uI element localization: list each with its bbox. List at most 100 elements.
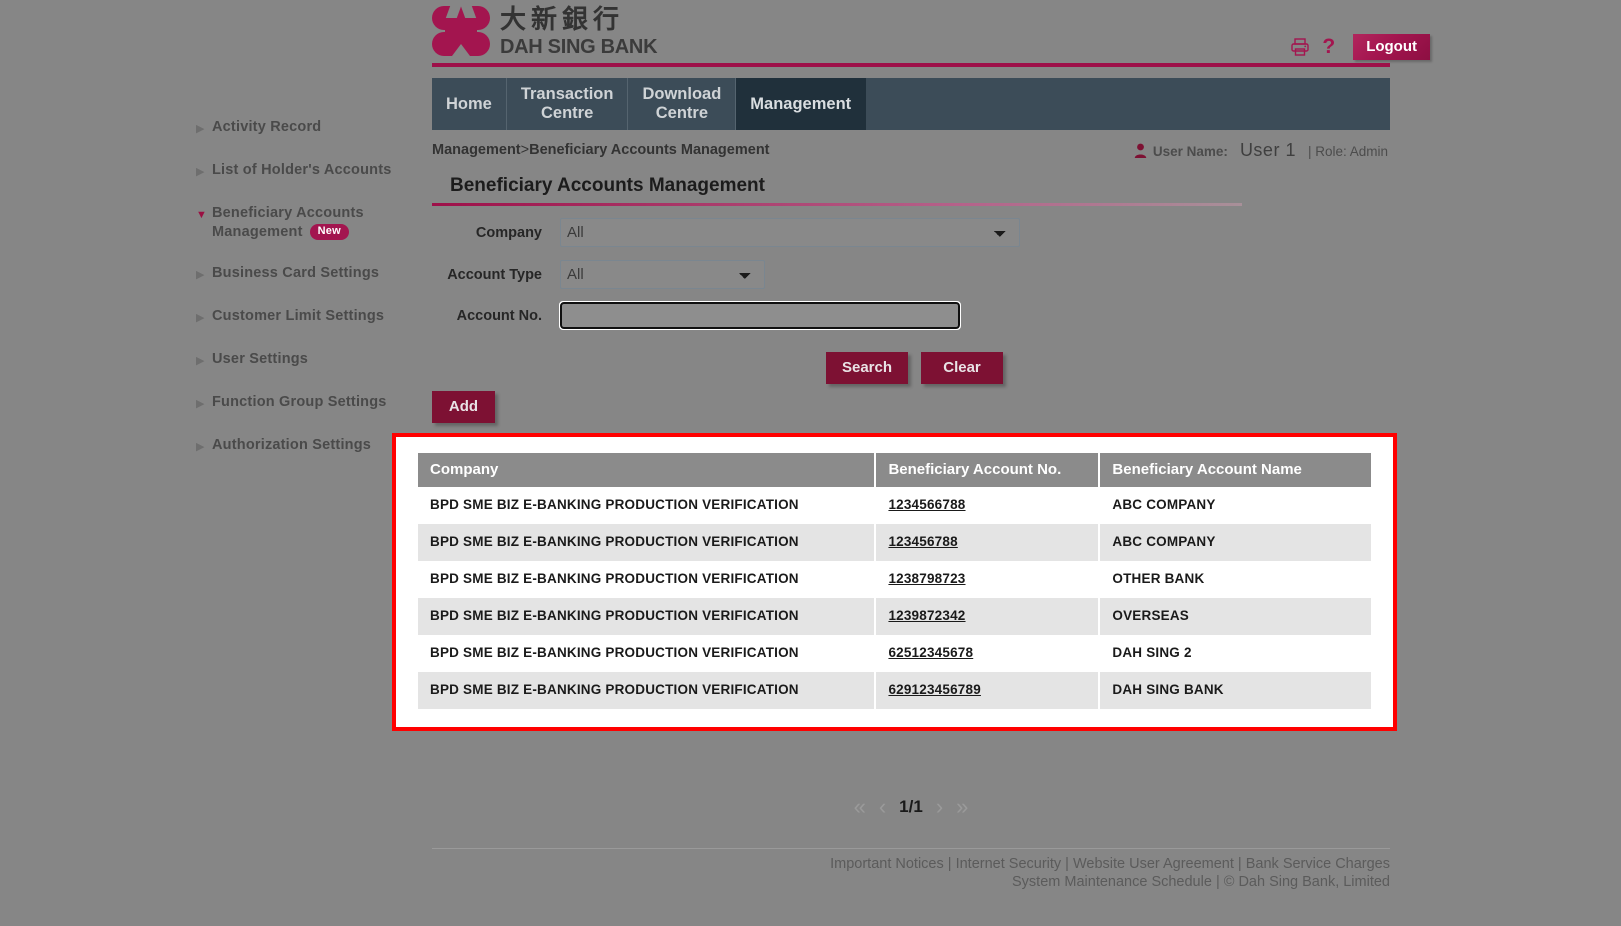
account-type-select[interactable]: All	[560, 260, 765, 289]
cell-account-name: DAH SING BANK	[1099, 672, 1371, 709]
sidebar-item-label: Activity Record	[212, 119, 322, 135]
clear-button[interactable]: Clear	[921, 352, 1003, 384]
cell-company: BPD SME BIZ E-BANKING PRODUCTION VERIFIC…	[418, 635, 877, 672]
table-row: BPD SME BIZ E-BANKING PRODUCTION VERIFIC…	[418, 524, 1371, 561]
account-type-label: Account Type	[447, 266, 542, 283]
pagination-current: 1/1	[899, 797, 923, 816]
cell-account-name: OTHER BANK	[1099, 561, 1371, 598]
sidebar-item-customer-limit-settings[interactable]: ▶ Customer Limit Settings	[196, 307, 426, 328]
chevron-right-icon: ▶	[196, 398, 205, 410]
sidebar-item-list-of-holder-s-accounts[interactable]: ▶ List of Holder's Accounts	[196, 161, 426, 182]
pagination-next[interactable]: ›	[936, 796, 943, 818]
page-root: ▶ Activity Record ▶ List of Holder's Accoun…	[0, 0, 1621, 926]
footer-link[interactable]: Website User Agreement	[1073, 856, 1234, 872]
column-header: Beneficiary Account Name	[1099, 453, 1371, 487]
main-nav-tabs: Home Transaction Centre Download Centre Man…	[432, 78, 1390, 130]
add-button[interactable]: Add	[432, 391, 495, 423]
tab-transaction-centre[interactable]: Transaction Centre	[507, 78, 629, 130]
cell-company: BPD SME BIZ E-BANKING PRODUCTION VERIFIC…	[418, 672, 877, 709]
footer-separator: |	[943, 856, 956, 872]
table-body: BPD SME BIZ E-BANKING PRODUCTION VERIFIC…	[418, 487, 1371, 709]
tab-download-centre[interactable]: Download Centre	[628, 78, 737, 130]
pagination-last[interactable]: »	[956, 796, 968, 818]
tab-home[interactable]: Home	[432, 78, 507, 130]
footer-link[interactable]: Internet Security	[956, 856, 1062, 872]
chevron-right-icon: ▶	[196, 166, 205, 178]
sidebar-item-label: Authorization Settings	[212, 437, 372, 453]
pagination-prev[interactable]: ‹	[879, 796, 886, 818]
footer-link[interactable]: © Dah Sing Bank, Limited	[1224, 874, 1390, 890]
brand-name-en: DAH SING BANK	[500, 36, 658, 58]
sidebar-item-business-card-settings[interactable]: ▶ Business Card Settings	[196, 264, 426, 285]
pagination: « ‹ 1/1 › »	[432, 796, 1390, 818]
cell-company: BPD SME BIZ E-BANKING PRODUCTION VERIFIC…	[418, 487, 877, 524]
sidebar-nav: ▶ Activity Record ▶ List of Holder's Accoun…	[196, 118, 426, 479]
cell-account-no: 62512345678	[875, 635, 1101, 672]
brand-logo[interactable]: 大新銀行 DAH SING BANK	[432, 5, 658, 58]
logout-button[interactable]: Logout	[1353, 34, 1430, 60]
breadcrumb: Management>Beneficiary Accounts Manageme…	[432, 142, 770, 158]
printer-icon[interactable]	[1290, 37, 1310, 57]
tab-management[interactable]: Management	[736, 78, 867, 130]
footer-link[interactable]: Bank Service Charges	[1246, 856, 1390, 872]
table-row: BPD SME BIZ E-BANKING PRODUCTION VERIFIC…	[418, 598, 1371, 635]
user-icon	[1134, 143, 1147, 158]
table-row: BPD SME BIZ E-BANKING PRODUCTION VERIFIC…	[418, 487, 1371, 524]
page-title: Beneficiary Accounts Management	[450, 175, 765, 196]
new-badge: New	[309, 224, 349, 240]
cell-account-name: OVERSEAS	[1099, 598, 1371, 635]
user-name-value: User 1	[1239, 140, 1296, 160]
cell-company: BPD SME BIZ E-BANKING PRODUCTION VERIFIC…	[418, 598, 877, 635]
results-panel: Company Beneficiary Account No. Beneficiar…	[392, 433, 1397, 731]
question-mark-icon[interactable]: ?	[1322, 36, 1335, 57]
chevron-down-icon: ▼	[196, 209, 207, 221]
account-no-link[interactable]: 1234566788	[888, 497, 965, 512]
footer-line-1: Important Notices | Internet Security | …	[432, 855, 1390, 873]
sidebar-item-user-settings[interactable]: ▶ User Settings	[196, 350, 426, 371]
cell-account-name: ABC COMPANY	[1099, 487, 1371, 524]
footer-link[interactable]: Important Notices	[830, 856, 944, 872]
company-row: Company All	[432, 218, 1390, 247]
account-no-link[interactable]: 1238798723	[888, 571, 965, 586]
tabbar-filler	[866, 78, 1390, 130]
user-name-label: User Name:	[1152, 144, 1228, 159]
account-no-link[interactable]: 629123456789	[888, 682, 981, 697]
cell-account-no: 1239872342	[875, 598, 1101, 635]
account-no-row: Account No.	[432, 301, 1390, 330]
breadcrumb-separator: >	[520, 142, 530, 158]
cell-account-no: 123456788	[875, 524, 1101, 561]
search-form: Company All Account Type All Account No.…	[432, 218, 1390, 423]
sidebar-item-function-group-settings[interactable]: ▶ Function Group Settings	[196, 393, 426, 414]
footer-separator: |	[1211, 874, 1224, 890]
account-no-link[interactable]: 62512345678	[888, 645, 973, 660]
chevron-right-icon: ▶	[196, 312, 205, 324]
sidebar-item-label: Function Group Settings	[212, 394, 387, 410]
account-no-input[interactable]	[559, 301, 961, 330]
title-divider	[432, 203, 1242, 206]
account-no-link[interactable]: 1239872342	[888, 608, 965, 623]
sidebar-item-activity-record[interactable]: ▶ Activity Record	[196, 118, 426, 139]
sidebar-item-beneficiary-accounts-management[interactable]: ▼ Beneficiary Accounts Management New	[196, 204, 426, 242]
sidebar-item-label: Beneficiary Accounts Management New	[212, 205, 364, 240]
header-tools: ? Logout	[1290, 34, 1430, 60]
account-no-link[interactable]: 123456788	[888, 534, 957, 549]
company-label: Company	[475, 224, 542, 241]
search-button[interactable]: Search	[826, 352, 908, 384]
table-row: BPD SME BIZ E-BANKING PRODUCTION VERIFIC…	[418, 635, 1371, 672]
cell-account-name: ABC COMPANY	[1099, 524, 1371, 561]
cell-company: BPD SME BIZ E-BANKING PRODUCTION VERIFIC…	[418, 524, 877, 561]
breadcrumb-parent[interactable]: Management	[432, 142, 521, 158]
user-info: User Name: User 1 | Role: Admin	[1134, 140, 1388, 161]
footer-link[interactable]: System Maintenance Schedule	[1012, 874, 1212, 890]
sidebar-item-label: User Settings	[212, 351, 309, 367]
account-type-row: Account Type All	[432, 260, 1390, 289]
cell-account-name: DAH SING 2	[1099, 635, 1371, 672]
chevron-right-icon: ▶	[196, 441, 205, 453]
chevron-right-icon: ▶	[196, 355, 205, 367]
brand-name-cn: 大新銀行	[500, 5, 625, 35]
table-row: BPD SME BIZ E-BANKING PRODUCTION VERIFIC…	[418, 672, 1371, 709]
cell-account-no: 1238798723	[875, 561, 1101, 598]
pagination-first[interactable]: «	[854, 796, 866, 818]
main-content: 大新銀行 DAH SING BANK ? Logout Home Transact…	[392, 0, 1432, 926]
company-select[interactable]: All	[560, 218, 1020, 247]
